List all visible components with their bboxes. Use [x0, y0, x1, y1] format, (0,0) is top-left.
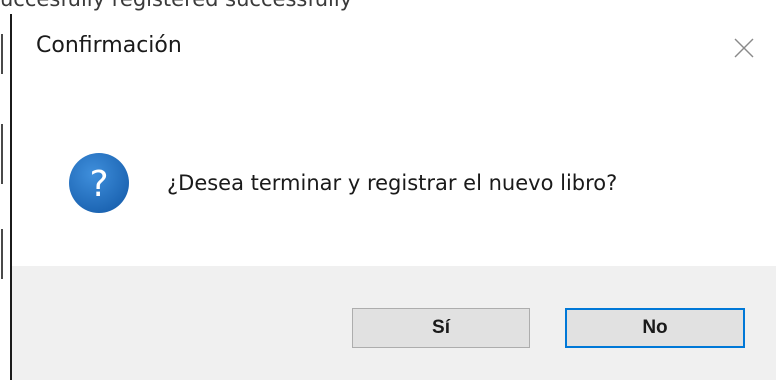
close-icon — [734, 38, 754, 58]
background-text: uccesfully registered successfully — [0, 0, 352, 11]
confirmation-dialog: Confirmación ? ¿Desea terminar y registr… — [10, 14, 776, 380]
question-icon: ? — [69, 153, 129, 213]
svg-text:?: ? — [89, 164, 108, 205]
dialog-titlebar[interactable]: Confirmación — [12, 14, 776, 84]
yes-button[interactable]: Sí — [352, 308, 530, 348]
no-button[interactable]: No — [565, 308, 745, 348]
dialog-footer: Sí No — [12, 266, 776, 380]
screen: uccesfully registered successfully Confi… — [0, 0, 776, 380]
dialog-title: Confirmación — [36, 33, 182, 58]
background-window-edge — [0, 14, 10, 380]
dialog-message: ¿Desea terminar y registrar el nuevo lib… — [167, 171, 618, 195]
dialog-content: ? ¿Desea terminar y registrar el nuevo l… — [12, 84, 776, 266]
background-window: uccesfully registered successfully — [0, 0, 776, 14]
close-button[interactable] — [710, 14, 776, 84]
